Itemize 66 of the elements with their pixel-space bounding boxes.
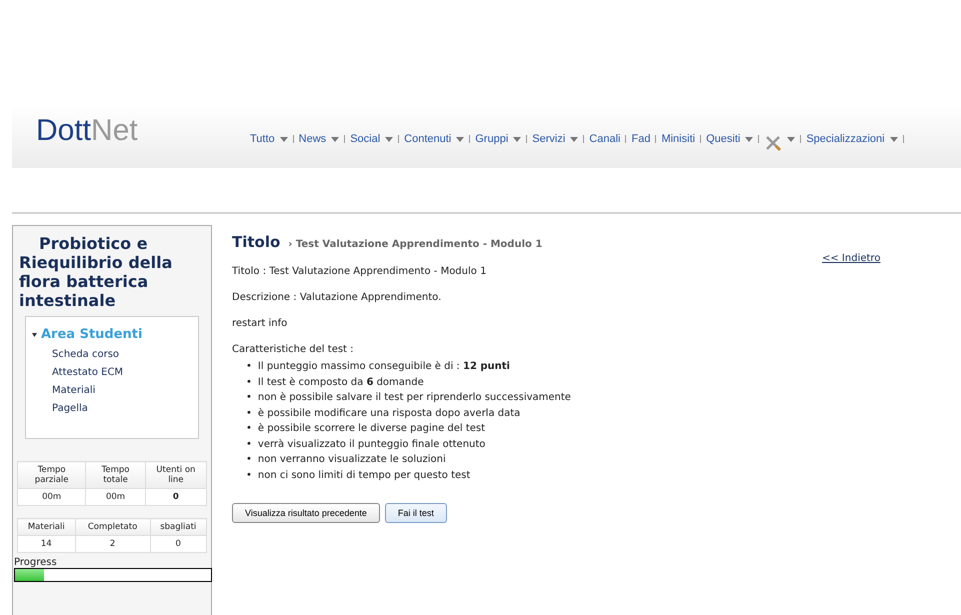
nav-link[interactable]: Social bbox=[350, 133, 394, 145]
caret-icon bbox=[890, 136, 898, 142]
column-header: Tempo parziale bbox=[18, 462, 86, 488]
nav-link[interactable]: Contenuti bbox=[404, 133, 464, 145]
progress-label: Progress bbox=[14, 557, 58, 568]
feature-item: non è possibile salvare il test per riprenderlo successivamente bbox=[258, 391, 571, 405]
test-description: Descrizione : Valutazione Apprendimento. bbox=[232, 292, 442, 303]
previous-result-button[interactable]: Visualizza risultato precedente bbox=[232, 503, 380, 523]
nav-link[interactable]: Quesiti bbox=[706, 133, 754, 145]
menu-link[interactable]: Scheda corso bbox=[52, 349, 192, 360]
site-logo[interactable]: DottNet bbox=[36, 114, 250, 148]
start-test-button[interactable]: Fai il test bbox=[384, 503, 447, 523]
nav-link[interactable]: Fad bbox=[631, 133, 650, 145]
features-label: Caratteristiche del test : bbox=[232, 344, 355, 355]
list-bullet: • bbox=[246, 468, 252, 482]
list-bullet: • bbox=[246, 391, 252, 405]
tools-icon bbox=[764, 134, 782, 152]
list-bullet: • bbox=[246, 438, 252, 452]
column-header: Utenti on line bbox=[145, 462, 206, 488]
caret-icon bbox=[745, 136, 754, 142]
breadcrumb: › Test Valutazione Apprendimento - Modulo 1 bbox=[288, 239, 542, 250]
caret-icon bbox=[385, 136, 394, 142]
list-bullet: • bbox=[246, 376, 252, 390]
menu-link[interactable]: Materiali bbox=[52, 385, 192, 396]
menu-link[interactable]: Attestato ECM bbox=[52, 367, 192, 378]
table-cell: 0 bbox=[145, 488, 206, 506]
column-header: Materiali bbox=[18, 518, 76, 536]
table-cell: 00m bbox=[86, 488, 146, 506]
table-cell: 2 bbox=[75, 536, 150, 552]
table-cell: 00m bbox=[18, 488, 86, 506]
nav-link[interactable]: Tutto bbox=[250, 133, 288, 145]
list-bullet: • bbox=[246, 422, 252, 436]
caret-icon bbox=[32, 332, 37, 336]
feature-item: Il punteggio massimo conseguibile è di : 12 punti bbox=[258, 360, 510, 374]
caret-icon bbox=[456, 136, 464, 142]
column-header: sbagliati bbox=[150, 518, 206, 536]
caret-icon bbox=[331, 136, 340, 142]
feature-item: Il test è composto da 6 domande bbox=[258, 376, 424, 390]
nav-link[interactable]: News bbox=[298, 133, 340, 145]
column-header: Completato bbox=[75, 518, 150, 536]
caret-icon bbox=[787, 136, 796, 142]
list-bullet: • bbox=[246, 406, 252, 420]
column-header: Tempo totale bbox=[86, 462, 146, 488]
nav-link[interactable]: Canali bbox=[589, 133, 620, 145]
table-cell: 14 bbox=[18, 536, 76, 552]
feature-item: non verranno visualizzate le soluzioni bbox=[258, 453, 446, 467]
restart-info: restart info bbox=[232, 318, 288, 329]
list-bullet: • bbox=[246, 453, 252, 467]
feature-item: è possibile modificare una risposta dopo averla data bbox=[258, 406, 520, 420]
back-link[interactable]: << Indietro bbox=[822, 253, 880, 264]
menu-link[interactable]: Pagella bbox=[52, 403, 192, 414]
nav-link[interactable]: Gruppi bbox=[475, 133, 522, 145]
caret-icon bbox=[513, 136, 522, 142]
nav-link[interactable]: Servizi bbox=[532, 133, 578, 145]
nav-link[interactable]: Specializzazioni bbox=[806, 133, 898, 145]
caret-icon bbox=[570, 136, 578, 142]
table-cell: 0 bbox=[150, 536, 206, 552]
nav-link[interactable]: Minisiti bbox=[661, 133, 696, 145]
caret-icon bbox=[280, 136, 288, 142]
course-title: Probiotico e Riequilibrio della flora batterica intestinale bbox=[18, 233, 174, 312]
list-bullet: • bbox=[246, 360, 252, 374]
feature-item: verrà visualizzato il punteggio finale ottenuto bbox=[258, 438, 486, 452]
test-title: Titolo : Test Valutazione Apprendimento - Modulo 1 bbox=[232, 266, 488, 277]
feature-item: è possibile scorrere le diverse pagine del test bbox=[258, 422, 486, 436]
feature-item: non ci sono limiti di tempo per questo test bbox=[258, 468, 470, 482]
page-heading: Titolo bbox=[232, 233, 280, 251]
